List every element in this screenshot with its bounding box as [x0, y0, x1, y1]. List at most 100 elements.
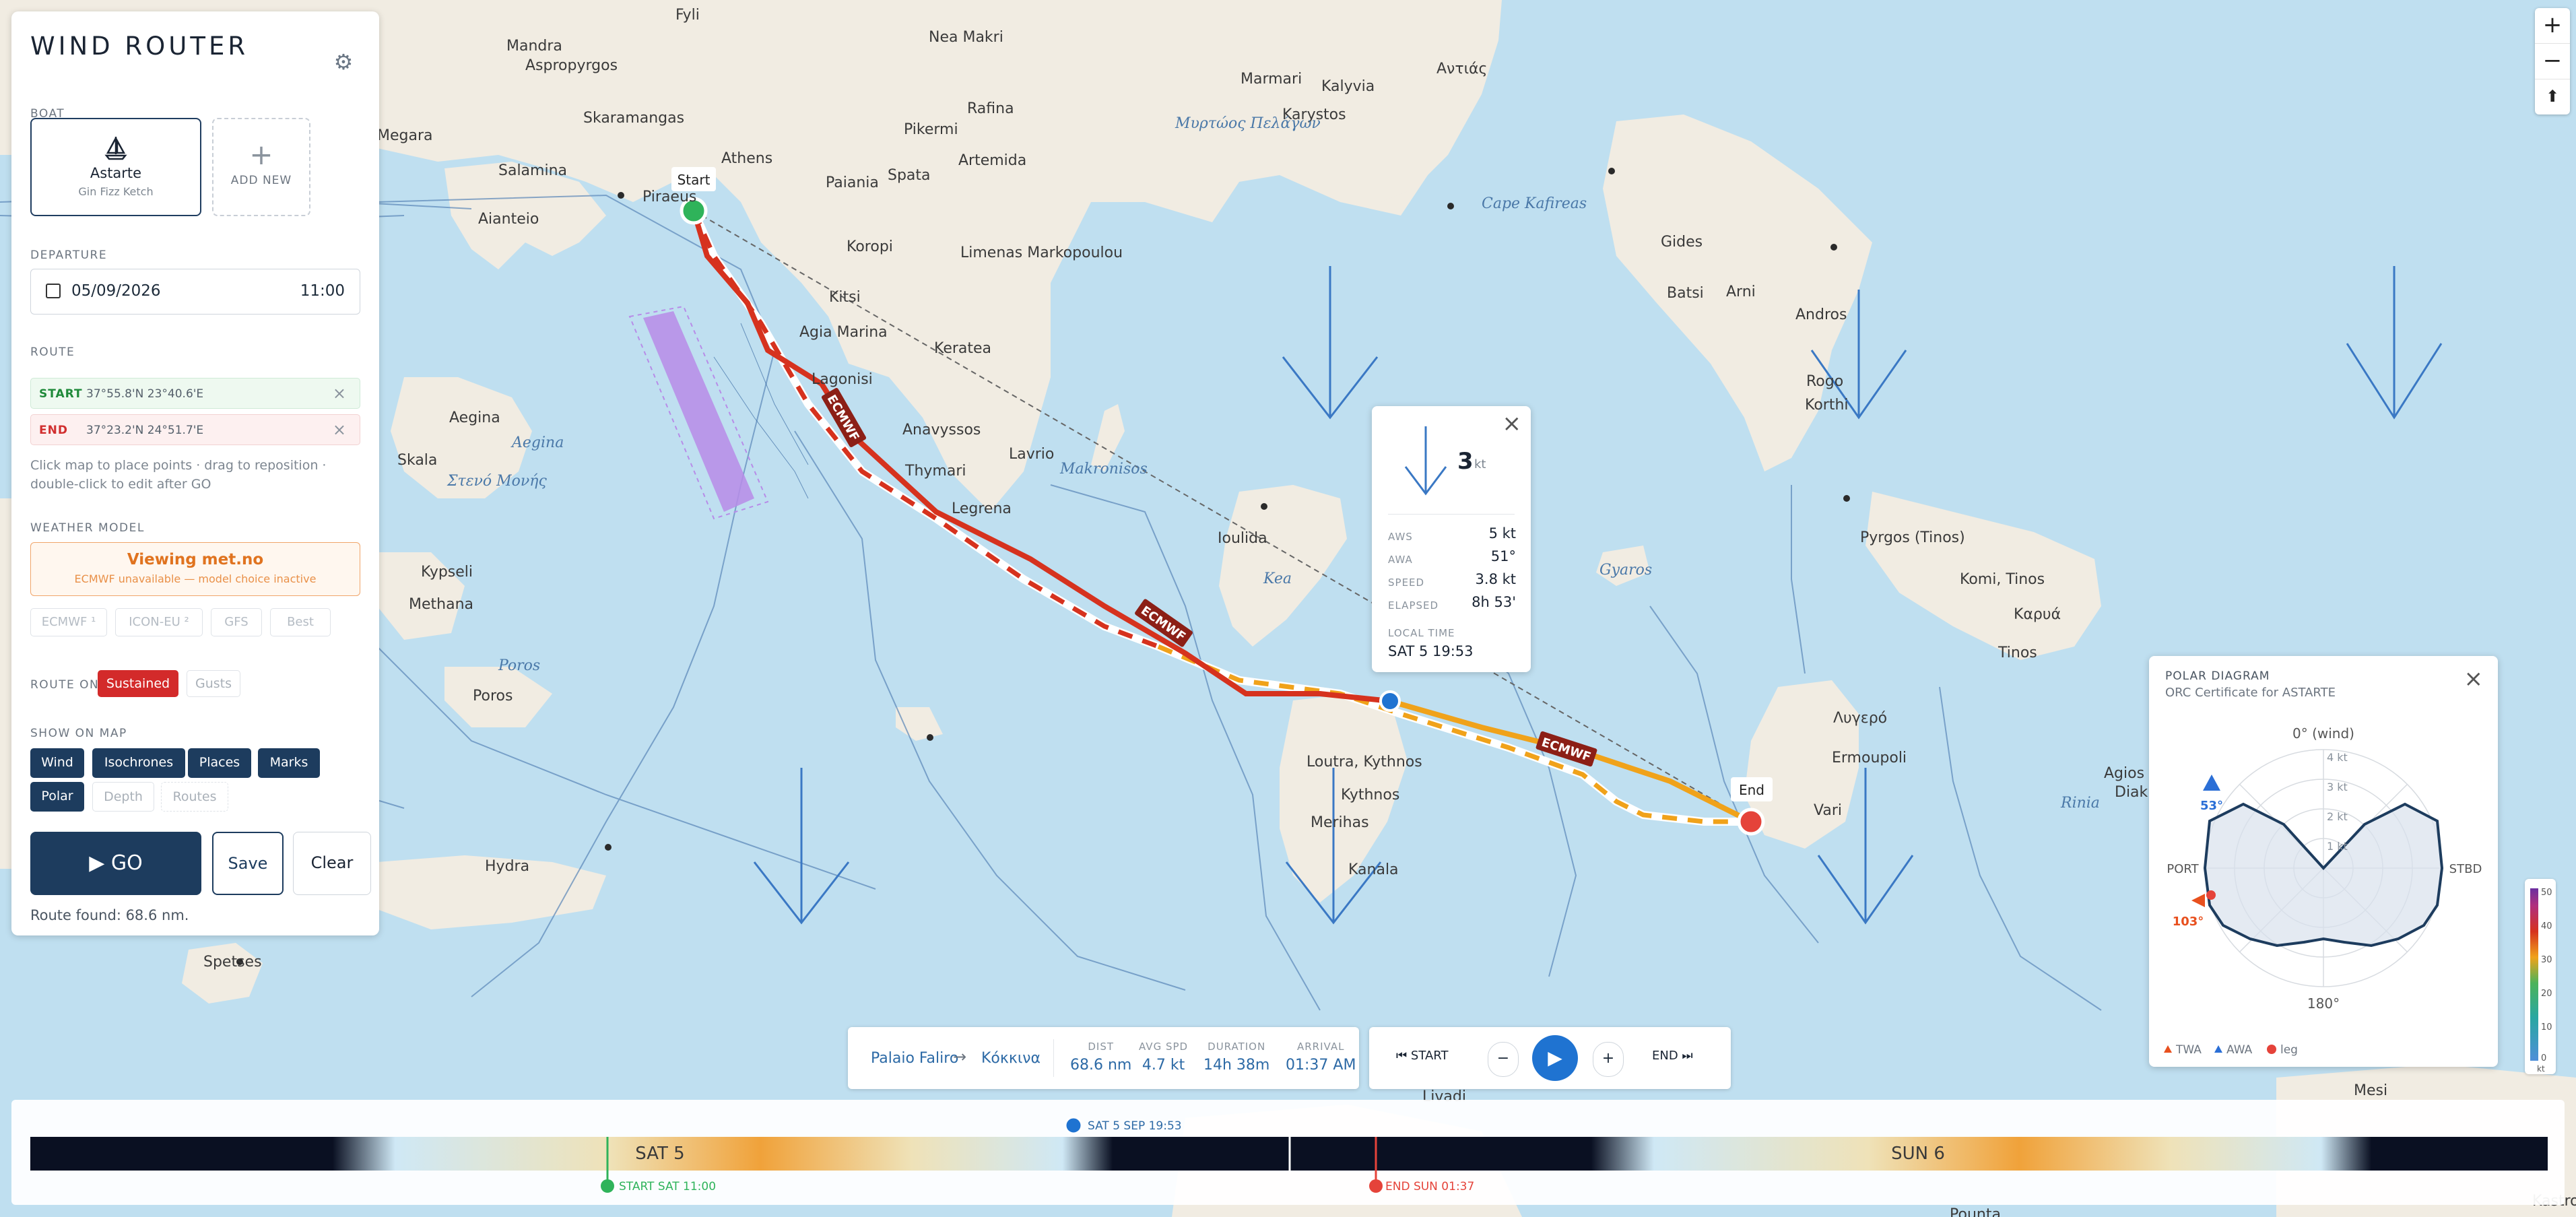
svg-text:10: 10: [2541, 1022, 2552, 1032]
svg-text:Skaramangas: Skaramangas: [583, 110, 684, 127]
zoom-out-button[interactable]: −: [2535, 44, 2570, 79]
play-button[interactable]: ▶: [1532, 1035, 1578, 1081]
timeline[interactable]: SAT 5 SUN 6 START SAT 11:00 END SUN 01:3…: [11, 1100, 2565, 1205]
svg-text:Aegina: Aegina: [510, 434, 564, 451]
save-button[interactable]: Save: [212, 832, 284, 895]
local-time-value: SAT 5 19:53: [1388, 643, 1474, 659]
calendar-icon: [46, 284, 61, 298]
departure-input[interactable]: 05/09/2026 11:00: [30, 269, 360, 315]
stat-duration: DURATION 14h 38m: [1203, 1041, 1270, 1074]
weather-model-notice: Viewing met.no ECMWF unavailable — model…: [30, 542, 360, 596]
layer-polar[interactable]: Polar: [30, 782, 84, 812]
svg-text:Vari: Vari: [1814, 802, 1842, 819]
layer-depth[interactable]: Depth: [92, 782, 154, 812]
wind-color-scale: 50 40 30 20 10 0 kt: [2525, 879, 2556, 1074]
arrow-right-icon: →: [953, 1047, 967, 1066]
svg-text:Makronisos: Makronisos: [1059, 461, 1148, 478]
layer-places[interactable]: Places: [188, 748, 251, 778]
svg-text:Mesi: Mesi: [2354, 1082, 2387, 1099]
svg-text:Kitsi: Kitsi: [829, 289, 861, 306]
svg-text:Gyaros: Gyaros: [1599, 562, 1652, 579]
model-ecmwf[interactable]: ECMWF ¹: [30, 608, 107, 636]
model-gfs[interactable]: GFS: [211, 608, 262, 636]
svg-text:Skala: Skala: [397, 452, 437, 469]
svg-text:Hydra: Hydra: [485, 858, 529, 875]
svg-text:Αντιάς: Αντιάς: [1436, 61, 1487, 77]
add-boat-button[interactable]: + ADD NEW: [212, 118, 310, 216]
go-button[interactable]: ▶ GO: [30, 832, 201, 895]
route-start-field[interactable]: START 37°55.8'N 23°40.6'E ×: [30, 378, 360, 409]
svg-text:Limenas Markopoulou: Limenas Markopoulou: [960, 244, 1123, 261]
popup-close-icon[interactable]: ×: [1502, 410, 1522, 437]
polar-top-label: 0° (wind): [2292, 725, 2354, 742]
day-label-sat: SAT 5: [635, 1144, 684, 1164]
route-on-sustained[interactable]: Sustained: [98, 670, 178, 697]
svg-text:Lavrio: Lavrio: [1009, 446, 1054, 463]
router-panel: WIND ROUTER ⚙ BOAT Astarte Gin Fizz Ketc…: [11, 11, 379, 935]
svg-text:Pyrgos (Tinos): Pyrgos (Tinos): [1860, 529, 1965, 546]
boat-name: Astarte: [90, 165, 142, 181]
model-icon-eu[interactable]: ICON-EU ²: [115, 608, 203, 636]
end-marker[interactable]: [1737, 808, 1765, 836]
svg-text:Marmari: Marmari: [1241, 71, 1302, 88]
route-cursor[interactable]: [1379, 690, 1401, 712]
polar-stbd-label: STBD: [2449, 862, 2482, 876]
svg-text:30: 30: [2541, 955, 2552, 965]
departure-time[interactable]: 11:00: [300, 282, 345, 300]
layer-isochrones[interactable]: Isochrones: [92, 748, 185, 778]
stat-arrival: ARRIVAL 01:37 AM: [1286, 1041, 1356, 1074]
jump-end-button[interactable]: END ⏭: [1652, 1049, 1693, 1063]
svg-text:Poros: Poros: [473, 688, 513, 704]
start-coords[interactable]: 37°55.8'N 23°40.6'E: [86, 387, 203, 401]
route-stats-bar: Palaio Faliro → Κόκκινα DIST 68.6 nm AVG …: [848, 1027, 1359, 1089]
svg-text:Aspropyrgos: Aspropyrgos: [525, 57, 618, 74]
layer-routes[interactable]: Routes: [161, 782, 228, 812]
svg-text:Diak: Diak: [2115, 784, 2148, 801]
play-icon: ▶: [89, 851, 111, 875]
svg-text:Ermoupoli: Ermoupoli: [1832, 750, 1907, 766]
compass-reset-button[interactable]: ⬆: [2535, 79, 2570, 114]
svg-text:Koropi: Koropi: [847, 238, 893, 255]
plus-icon: +: [249, 138, 273, 171]
popup-row-awa: AWA 51°: [1388, 548, 1516, 566]
weather-section-label: WEATHER MODEL: [30, 521, 145, 535]
layer-wind[interactable]: Wind: [30, 748, 84, 778]
legend-leg: leg: [2280, 1043, 2298, 1057]
start-label-box: Start: [671, 167, 716, 191]
sailboat-icon: [104, 137, 127, 160]
wind-info-popup: × 3 kt AWS 5 kt AWA 51° SPEED 3.8 kt ELAPSE…: [1372, 406, 1531, 672]
svg-text:Methana: Methana: [409, 596, 473, 613]
timeline-start-tag: START SAT 11:00: [619, 1180, 716, 1193]
model-best[interactable]: Best: [270, 608, 331, 636]
svg-text:Batsi: Batsi: [1667, 285, 1704, 302]
awa-marker: [2203, 775, 2220, 791]
svg-text:Rogo: Rogo: [1806, 373, 1843, 390]
route-end-field[interactable]: END 37°23.2'N 24°51.7'E ×: [30, 414, 360, 445]
end-label-box: End: [1731, 777, 1773, 801]
awa-value: 53°: [2200, 799, 2223, 813]
svg-text:Legrena: Legrena: [952, 500, 1012, 517]
route-on-gusts[interactable]: Gusts: [187, 670, 240, 697]
end-tag: END: [39, 424, 68, 437]
skip-back-icon: ⏮: [1396, 1049, 1411, 1063]
layer-marks[interactable]: Marks: [258, 748, 320, 778]
clear-button[interactable]: Clear: [293, 832, 371, 895]
svg-text:Komi, Tinos: Komi, Tinos: [1960, 571, 2045, 588]
step-back-button[interactable]: −: [1488, 1042, 1519, 1077]
jump-start-button[interactable]: ⏮ START: [1396, 1049, 1448, 1063]
gear-icon[interactable]: ⚙: [332, 51, 355, 73]
zoom-in-button[interactable]: +: [2535, 8, 2570, 44]
step-forward-button[interactable]: +: [1593, 1042, 1624, 1077]
clear-start-icon[interactable]: ×: [333, 384, 346, 403]
route-to: Κόκκινα: [981, 1050, 1041, 1067]
boat-type: Gin Fizz Ketch: [78, 185, 154, 198]
svg-text:Kypseli: Kypseli: [421, 564, 473, 581]
boat-card-astarte[interactable]: Astarte Gin Fizz Ketch: [30, 118, 201, 216]
svg-text:Arni: Arni: [1726, 284, 1756, 300]
svg-text:Καρυά: Καρυά: [2014, 606, 2061, 623]
svg-text:Rinia: Rinia: [2060, 795, 2100, 812]
clear-end-icon[interactable]: ×: [333, 420, 346, 439]
svg-text:4 kt: 4 kt: [2327, 751, 2348, 764]
popup-row-elapsed: ELAPSED 8h 53': [1388, 594, 1516, 612]
end-coords[interactable]: 37°23.2'N 24°51.7'E: [86, 424, 203, 437]
